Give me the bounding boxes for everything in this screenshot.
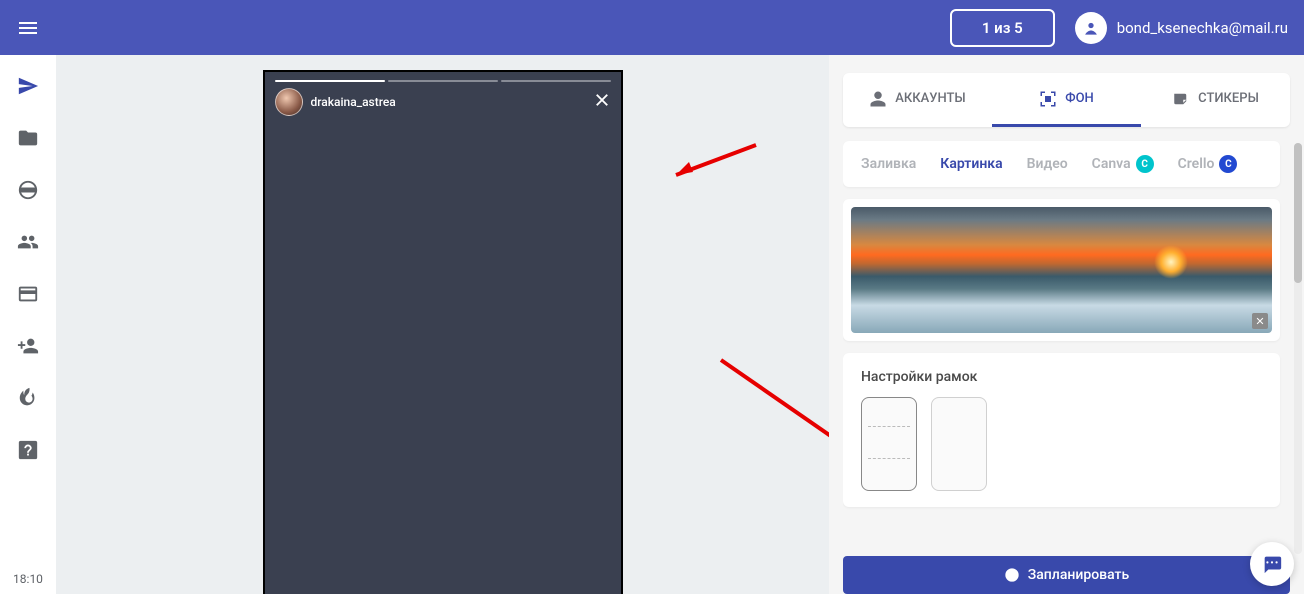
- tab-stickers[interactable]: СТИКЕРЫ: [1141, 73, 1290, 127]
- user-icon: [869, 90, 887, 108]
- tab-background[interactable]: ФОН: [992, 73, 1141, 127]
- subtab-fill[interactable]: Заливка: [861, 156, 916, 172]
- sidebar-trending[interactable]: [12, 385, 44, 411]
- sidebar-users[interactable]: [12, 229, 44, 255]
- sidebar-payment[interactable]: [12, 281, 44, 307]
- user-email: bond_ksenechka@mail.ru: [1117, 19, 1288, 37]
- avatar: [1075, 12, 1107, 44]
- tab-accounts-label: АККАУНТЫ: [895, 91, 965, 106]
- sticker-icon: [1172, 90, 1190, 108]
- subtab-crello[interactable]: Crello C: [1178, 155, 1238, 173]
- canva-badge-icon: C: [1136, 155, 1154, 173]
- sidebar-folder[interactable]: [12, 125, 44, 151]
- close-icon[interactable]: [593, 91, 611, 113]
- story-avatar: [275, 88, 303, 116]
- frame-option-letterbox[interactable]: [861, 397, 917, 491]
- sidebar-help[interactable]: [12, 437, 44, 463]
- image-icon: [1039, 90, 1057, 108]
- sidebar: 18:10: [0, 55, 56, 594]
- frame-settings-title: Настройки рамок: [861, 369, 1262, 385]
- sidebar-globe[interactable]: [12, 177, 44, 203]
- chat-fab[interactable]: [1250, 542, 1294, 586]
- sidebar-add-user[interactable]: [12, 333, 44, 359]
- schedule-label: Запланировать: [1028, 567, 1129, 583]
- clock-plus-icon: [1004, 567, 1020, 583]
- topbar: 1 из 5 bond_ksenechka@mail.ru: [0, 0, 1304, 55]
- frame-settings-card: Настройки рамок: [843, 353, 1280, 507]
- right-panel: АККАУНТЫ ФОН СТИКЕРЫ Заливка Картинка Ви…: [829, 55, 1304, 594]
- subtab-row: Заливка Картинка Видео Canva C Crello C: [843, 141, 1280, 187]
- story-progress: [265, 72, 621, 82]
- tab-accounts[interactable]: АККАУНТЫ: [843, 73, 992, 127]
- story-counter[interactable]: 1 из 5: [950, 9, 1055, 47]
- story-username: drakaina_astrea: [311, 95, 585, 109]
- background-image-slot[interactable]: [843, 199, 1280, 341]
- story-background: [265, 72, 621, 594]
- workspace: drakaina_astrea: [56, 55, 829, 594]
- background-thumbnail: [851, 207, 1272, 333]
- tab-stickers-label: СТИКЕРЫ: [1198, 91, 1259, 106]
- subtab-canva[interactable]: Canva C: [1092, 155, 1154, 173]
- annotation-arrow-2: [711, 355, 829, 469]
- story-preview[interactable]: drakaina_astrea: [263, 70, 623, 594]
- crello-badge-icon: C: [1219, 155, 1237, 173]
- panel-scrollbar[interactable]: [1294, 143, 1302, 554]
- main-tabs: АККАУНТЫ ФОН СТИКЕРЫ: [843, 73, 1290, 127]
- user-menu[interactable]: bond_ksenechka@mail.ru: [1075, 12, 1288, 44]
- subtab-image[interactable]: Картинка: [940, 156, 1002, 172]
- delete-image-button[interactable]: [1252, 313, 1268, 329]
- chat-icon: [1261, 553, 1283, 575]
- annotation-arrow-1: [661, 140, 761, 184]
- sidebar-time: 18:10: [13, 572, 43, 594]
- menu-button[interactable]: [16, 16, 40, 40]
- subtab-video[interactable]: Видео: [1027, 156, 1068, 172]
- frame-option-full[interactable]: [931, 397, 987, 491]
- schedule-button[interactable]: Запланировать: [843, 556, 1290, 594]
- sidebar-publish[interactable]: [12, 73, 44, 99]
- tab-background-label: ФОН: [1065, 91, 1094, 106]
